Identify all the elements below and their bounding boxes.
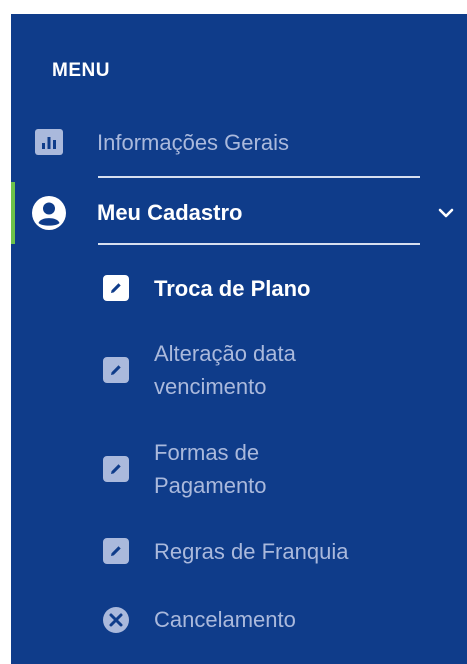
edit-icon xyxy=(103,538,129,564)
submenu-item-label: Alteração data vencimento xyxy=(154,341,296,399)
sidebar-item-label: Meu Cadastro xyxy=(97,200,243,225)
menu-divider xyxy=(98,176,420,178)
edit-icon xyxy=(103,456,129,482)
menu-divider xyxy=(98,243,420,245)
active-indicator xyxy=(11,182,15,244)
sidebar-item-meu-cadastro[interactable]: Meu Cadastro xyxy=(11,182,467,244)
bar-chart-icon xyxy=(35,129,63,155)
menu-title: MENU xyxy=(52,60,110,81)
sidebar-item-label: Informações Gerais xyxy=(97,130,289,155)
app-frame: MENU Informações Gerais Meu Cadastro Tro… xyxy=(0,0,467,664)
submenu-item-label: Troca de Plano xyxy=(154,276,311,301)
submenu-item-label: Cancelamento xyxy=(154,607,296,632)
submenu-item-alteracao-data-vencimento[interactable]: Alteração data vencimento xyxy=(11,336,467,406)
submenu-item-cancelamento[interactable]: Cancelamento xyxy=(11,600,467,640)
submenu-item-label: Regras de Franquia xyxy=(154,539,349,564)
submenu-item-label: Formas de Pagamento xyxy=(154,440,267,498)
user-circle-icon xyxy=(31,195,67,231)
submenu-item-regras-de-franquia[interactable]: Regras de Franquia xyxy=(11,532,467,572)
edit-icon xyxy=(103,275,129,301)
sidebar-item-informacoes-gerais[interactable]: Informações Gerais xyxy=(11,118,467,168)
submenu-item-formas-de-pagamento[interactable]: Formas de Pagamento xyxy=(11,435,467,505)
close-circle-icon xyxy=(102,606,130,634)
sidebar-menu: MENU Informações Gerais Meu Cadastro Tro… xyxy=(11,14,467,664)
chevron-down-icon[interactable] xyxy=(437,204,455,222)
submenu-item-troca-de-plano[interactable]: Troca de Plano xyxy=(11,269,467,309)
edit-icon xyxy=(103,357,129,383)
